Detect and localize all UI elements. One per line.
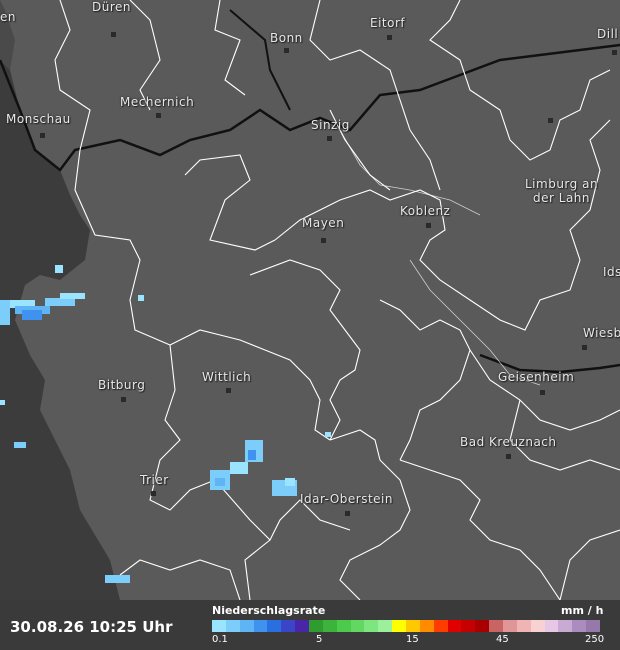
legend-swatch bbox=[392, 620, 407, 632]
legend-swatch bbox=[309, 620, 323, 632]
legend-swatch bbox=[530, 620, 545, 632]
legend-swatch bbox=[378, 620, 393, 632]
legend-swatch bbox=[336, 620, 351, 632]
city-label-koblenz: Koblenz bbox=[400, 204, 451, 218]
legend-swatch bbox=[253, 620, 268, 632]
city-label-wittlich: Wittlich bbox=[202, 370, 252, 384]
city-label-wiesb: Wiesb bbox=[583, 326, 620, 340]
city-label-dueren: Düren bbox=[92, 0, 132, 14]
city-label-geisenheim: Geisenheim bbox=[498, 370, 575, 384]
legend-swatch bbox=[433, 620, 448, 632]
city-label-mayen: Mayen bbox=[302, 216, 345, 230]
city-label-mechernich: Mechernich bbox=[120, 95, 195, 109]
legend-swatch bbox=[489, 620, 504, 632]
state-border bbox=[0, 43, 620, 172]
legend-color-scale bbox=[212, 620, 601, 632]
city-label-ids: Ids bbox=[603, 265, 620, 279]
legend-bar: 30.08.26 10:25 Uhr Niederschlagsrate mm … bbox=[0, 600, 620, 650]
legend-swatch bbox=[516, 620, 531, 632]
city-label-limburg: Limburg an der Lahn bbox=[525, 177, 599, 205]
city-label-sinzig: Sinzig bbox=[311, 118, 350, 132]
legend-tick: 250 bbox=[585, 634, 605, 645]
timestamp: 30.08.26 10:25 Uhr bbox=[10, 618, 173, 636]
city-label-idar-oberstein: Idar-Oberstein bbox=[300, 492, 393, 506]
city-label-bonn: Bonn bbox=[270, 31, 303, 45]
legend-swatch bbox=[461, 620, 476, 632]
legend-swatch bbox=[586, 620, 601, 632]
legend-swatch bbox=[350, 620, 365, 632]
legend-swatch bbox=[572, 620, 587, 632]
legend-swatch bbox=[419, 620, 434, 632]
legend-tick: 0.1 bbox=[212, 634, 228, 645]
legend-tick: 15 bbox=[406, 634, 419, 645]
legend-swatch bbox=[447, 620, 462, 632]
legend-swatch bbox=[212, 620, 226, 632]
legend-swatch bbox=[558, 620, 573, 632]
legend-swatch bbox=[267, 620, 282, 632]
legend-title: Niederschlagsrate bbox=[212, 604, 326, 617]
legend-swatch bbox=[295, 620, 310, 632]
legend-swatch bbox=[239, 620, 254, 632]
legend-unit: mm / h bbox=[561, 604, 604, 617]
legend-swatch bbox=[364, 620, 379, 632]
legend-swatch bbox=[475, 620, 490, 632]
city-label-eitorf: Eitorf bbox=[370, 16, 406, 30]
city-label-edge: en bbox=[0, 10, 16, 24]
legend-swatch bbox=[503, 620, 517, 632]
outside-region bbox=[0, 60, 120, 600]
legend-swatch bbox=[544, 620, 559, 632]
weather-radar-map[interactable] bbox=[0, 0, 620, 600]
city-label-monschau: Monschau bbox=[6, 112, 71, 126]
city-label-bad-kreuznach: Bad Kreuznach bbox=[460, 435, 557, 449]
legend-swatch bbox=[406, 620, 420, 632]
city-label-dill: Dill bbox=[597, 27, 619, 41]
legend-tick: 5 bbox=[316, 634, 323, 645]
legend-tick: 45 bbox=[496, 634, 509, 645]
city-label-bitburg: Bitburg bbox=[98, 378, 146, 392]
legend-swatch bbox=[225, 620, 240, 632]
legend-swatch bbox=[281, 620, 296, 632]
city-label-trier: Trier bbox=[140, 473, 169, 487]
legend-swatch bbox=[322, 620, 337, 632]
